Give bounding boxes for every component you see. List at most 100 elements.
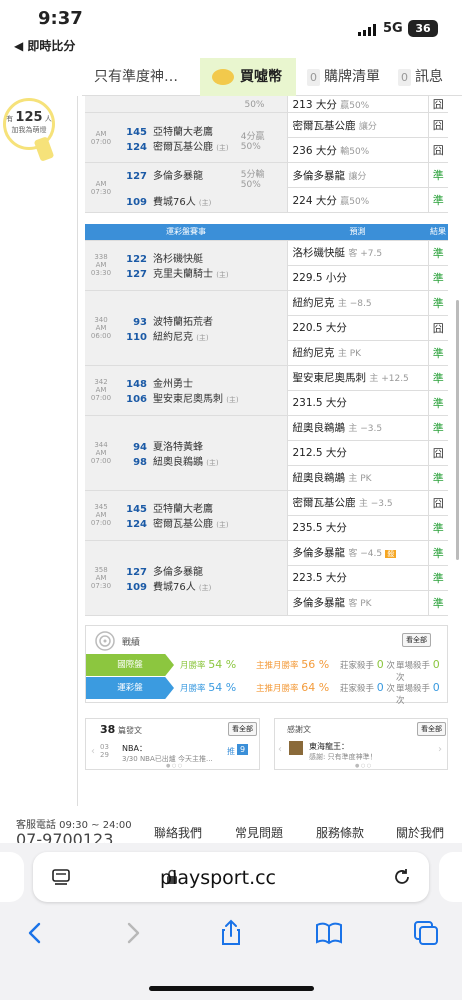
- pick-cell: 212.5 大分: [286, 440, 428, 466]
- home-team: 密爾瓦基公鹿: [153, 141, 213, 153]
- pick-text: 213 大分: [292, 98, 337, 111]
- tab-profile[interactable]: 只有準度神…: [94, 58, 178, 96]
- home-marker: (主): [206, 458, 219, 467]
- purchases-count: 0: [307, 69, 320, 86]
- result-mark: 準: [427, 415, 448, 441]
- pick-text: 密爾瓦基公鹿: [292, 497, 356, 509]
- scrollbar[interactable]: [456, 300, 459, 560]
- footer-link-faq[interactable]: 常見問題: [235, 824, 283, 841]
- thanks-view-all-button[interactable]: 看全部: [417, 722, 446, 736]
- pick-cell: 229.5 小分: [286, 265, 428, 291]
- table-row: 345 AM 07:00 145 亞特蘭大老鷹 124 密爾瓦基公鹿 (主) 密爾瓦基公鹿 …: [85, 490, 448, 541]
- fan-follow-label: 加我為萌燈: [11, 126, 47, 134]
- pick-sub: 主 PK: [337, 349, 362, 359]
- game-number: 338: [94, 253, 108, 261]
- team-number: 94: [133, 441, 147, 453]
- pick-cell: 密爾瓦基公鹿 主 −3.5: [286, 490, 428, 516]
- team-number: 145: [126, 504, 147, 515]
- thanks-snippet[interactable]: 感謝: 只有準度神準！: [309, 752, 377, 762]
- footer-link-contact[interactable]: 聯絡我們: [154, 824, 202, 841]
- game-info: 344 AM 07:00: [85, 415, 117, 491]
- network-type: 5G: [383, 21, 403, 36]
- team-number: 109: [126, 581, 147, 593]
- posts-count: 38: [100, 723, 116, 736]
- tab-purchases[interactable]: 0 購牌清單: [307, 58, 380, 96]
- game-time: AM 07:00: [90, 386, 112, 402]
- tabs-icon[interactable]: [411, 918, 441, 948]
- stats-panel: 戰績 看全部 國際盤 月勝率 54 % 主推月勝率 56 % 莊家殺手 0 次 …: [85, 625, 448, 706]
- pick-sub: 客 +7.5: [348, 249, 383, 259]
- banker-label: 莊家殺手: [340, 661, 375, 671]
- target-icon: [95, 631, 115, 651]
- fan-counter[interactable]: 有 125 人 加我為萌燈: [3, 98, 55, 150]
- tab-messages[interactable]: 0 訊息: [398, 58, 443, 96]
- post-date: 03 29: [100, 743, 109, 759]
- pick-cell: 223.5 大分: [286, 565, 428, 591]
- game-number: 345: [94, 503, 108, 511]
- forward-icon[interactable]: [118, 918, 148, 948]
- result-mark: 準: [427, 540, 448, 566]
- home-marker: (主): [198, 583, 212, 592]
- tab-buy-coin-label: 買噓幣: [240, 69, 282, 85]
- home-team: 費城76人: [153, 197, 196, 208]
- table-row: 358 AM 07:30 127 多倫多暴龍 109 費城76人 (主) 多倫多暴龍 客 −…: [85, 540, 448, 616]
- home-marker: (主): [226, 396, 239, 404]
- home-marker: (主): [216, 271, 229, 279]
- pick-sub: 輸50%: [340, 146, 370, 157]
- chevron-right-icon[interactable]: ›: [438, 744, 442, 755]
- back-icon[interactable]: [20, 918, 50, 948]
- pick-text: 紐約尼克: [292, 297, 335, 309]
- post-title[interactable]: NBA：: [122, 743, 147, 754]
- reload-icon[interactable]: [391, 866, 413, 888]
- pick-text: 212.5 大分: [292, 447, 347, 459]
- posts-count-label: 篇發文: [118, 726, 142, 735]
- matchup: 94 夏洛特黃蜂 98 紐奧良鵜鶘 (主): [117, 415, 287, 491]
- avatar[interactable]: [289, 741, 303, 755]
- pick-cell: 紐奧良鵜鶘 主 −3.5: [286, 415, 428, 441]
- stats-view-all-button[interactable]: 看全部: [402, 633, 431, 647]
- service-hours: 客服電話 09:30 ~ 24:00: [16, 820, 132, 831]
- chevron-left-icon[interactable]: ‹: [278, 744, 282, 755]
- header-game: 運彩盤賽事: [85, 224, 287, 241]
- posts-view-all-button[interactable]: 看全部: [228, 722, 257, 736]
- back-to-app-link[interactable]: ◀ 即時比分: [14, 37, 75, 54]
- url-text[interactable]: playsport.cc: [160, 867, 276, 889]
- monthly-rate: 54 %: [208, 681, 237, 694]
- team-number: 106: [126, 394, 147, 405]
- team-number: 145: [126, 126, 147, 138]
- next-tab-edge[interactable]: [439, 852, 462, 902]
- pick-text: 224 大分: [292, 194, 337, 207]
- result-mark: 準: [427, 265, 448, 291]
- bookmarks-icon[interactable]: [314, 918, 344, 948]
- recommend-count: 9: [237, 744, 249, 755]
- table-row: AM 07:00 145 亞特蘭大老鷹 124 密爾瓦基公鹿 (主) 4分贏 50% 密…: [85, 112, 448, 163]
- kill-badge: 殺: [385, 550, 397, 558]
- footer-link-terms[interactable]: 服務條款: [316, 824, 364, 841]
- home-team: 紐奧良鵜鶘: [153, 456, 203, 468]
- footer-link-about[interactable]: 關於我們: [396, 824, 444, 841]
- previous-tab-edge[interactable]: [0, 852, 24, 902]
- pick-text: 多倫多暴龍: [292, 597, 346, 609]
- chevron-left-icon[interactable]: ‹: [91, 746, 95, 757]
- home-marker: (主): [216, 143, 229, 152]
- matchup: 122 洛杉磯快艇 127 克里夫蘭騎士 (主): [117, 240, 287, 291]
- pick-text: 紐奧良鵜鶘: [292, 422, 346, 434]
- game-time: AM 07:00: [90, 511, 112, 527]
- team-number: 124: [126, 519, 147, 530]
- home-team: 克里夫蘭騎士: [153, 269, 213, 280]
- banker-unit: 次: [386, 661, 395, 671]
- share-icon[interactable]: [216, 918, 246, 948]
- pagination-dots: ● ○ ○: [166, 763, 183, 769]
- pick-text: 洛杉磯快艇: [292, 247, 346, 259]
- single-unit: 次: [396, 696, 405, 706]
- single-count: 0: [432, 658, 440, 671]
- reader-icon[interactable]: [51, 867, 71, 887]
- thanks-author[interactable]: 東海龍王：: [309, 741, 349, 752]
- header-pick: 預測: [287, 224, 428, 241]
- result-mark: 準: [427, 590, 448, 616]
- banker-count: 0: [376, 658, 384, 671]
- result-mark: 準: [427, 365, 448, 391]
- pick-cell: 231.5 大分: [286, 390, 428, 416]
- tab-buy-coin[interactable]: 買噓幣: [200, 58, 296, 96]
- away-team: 洛杉磯快艇: [153, 254, 203, 265]
